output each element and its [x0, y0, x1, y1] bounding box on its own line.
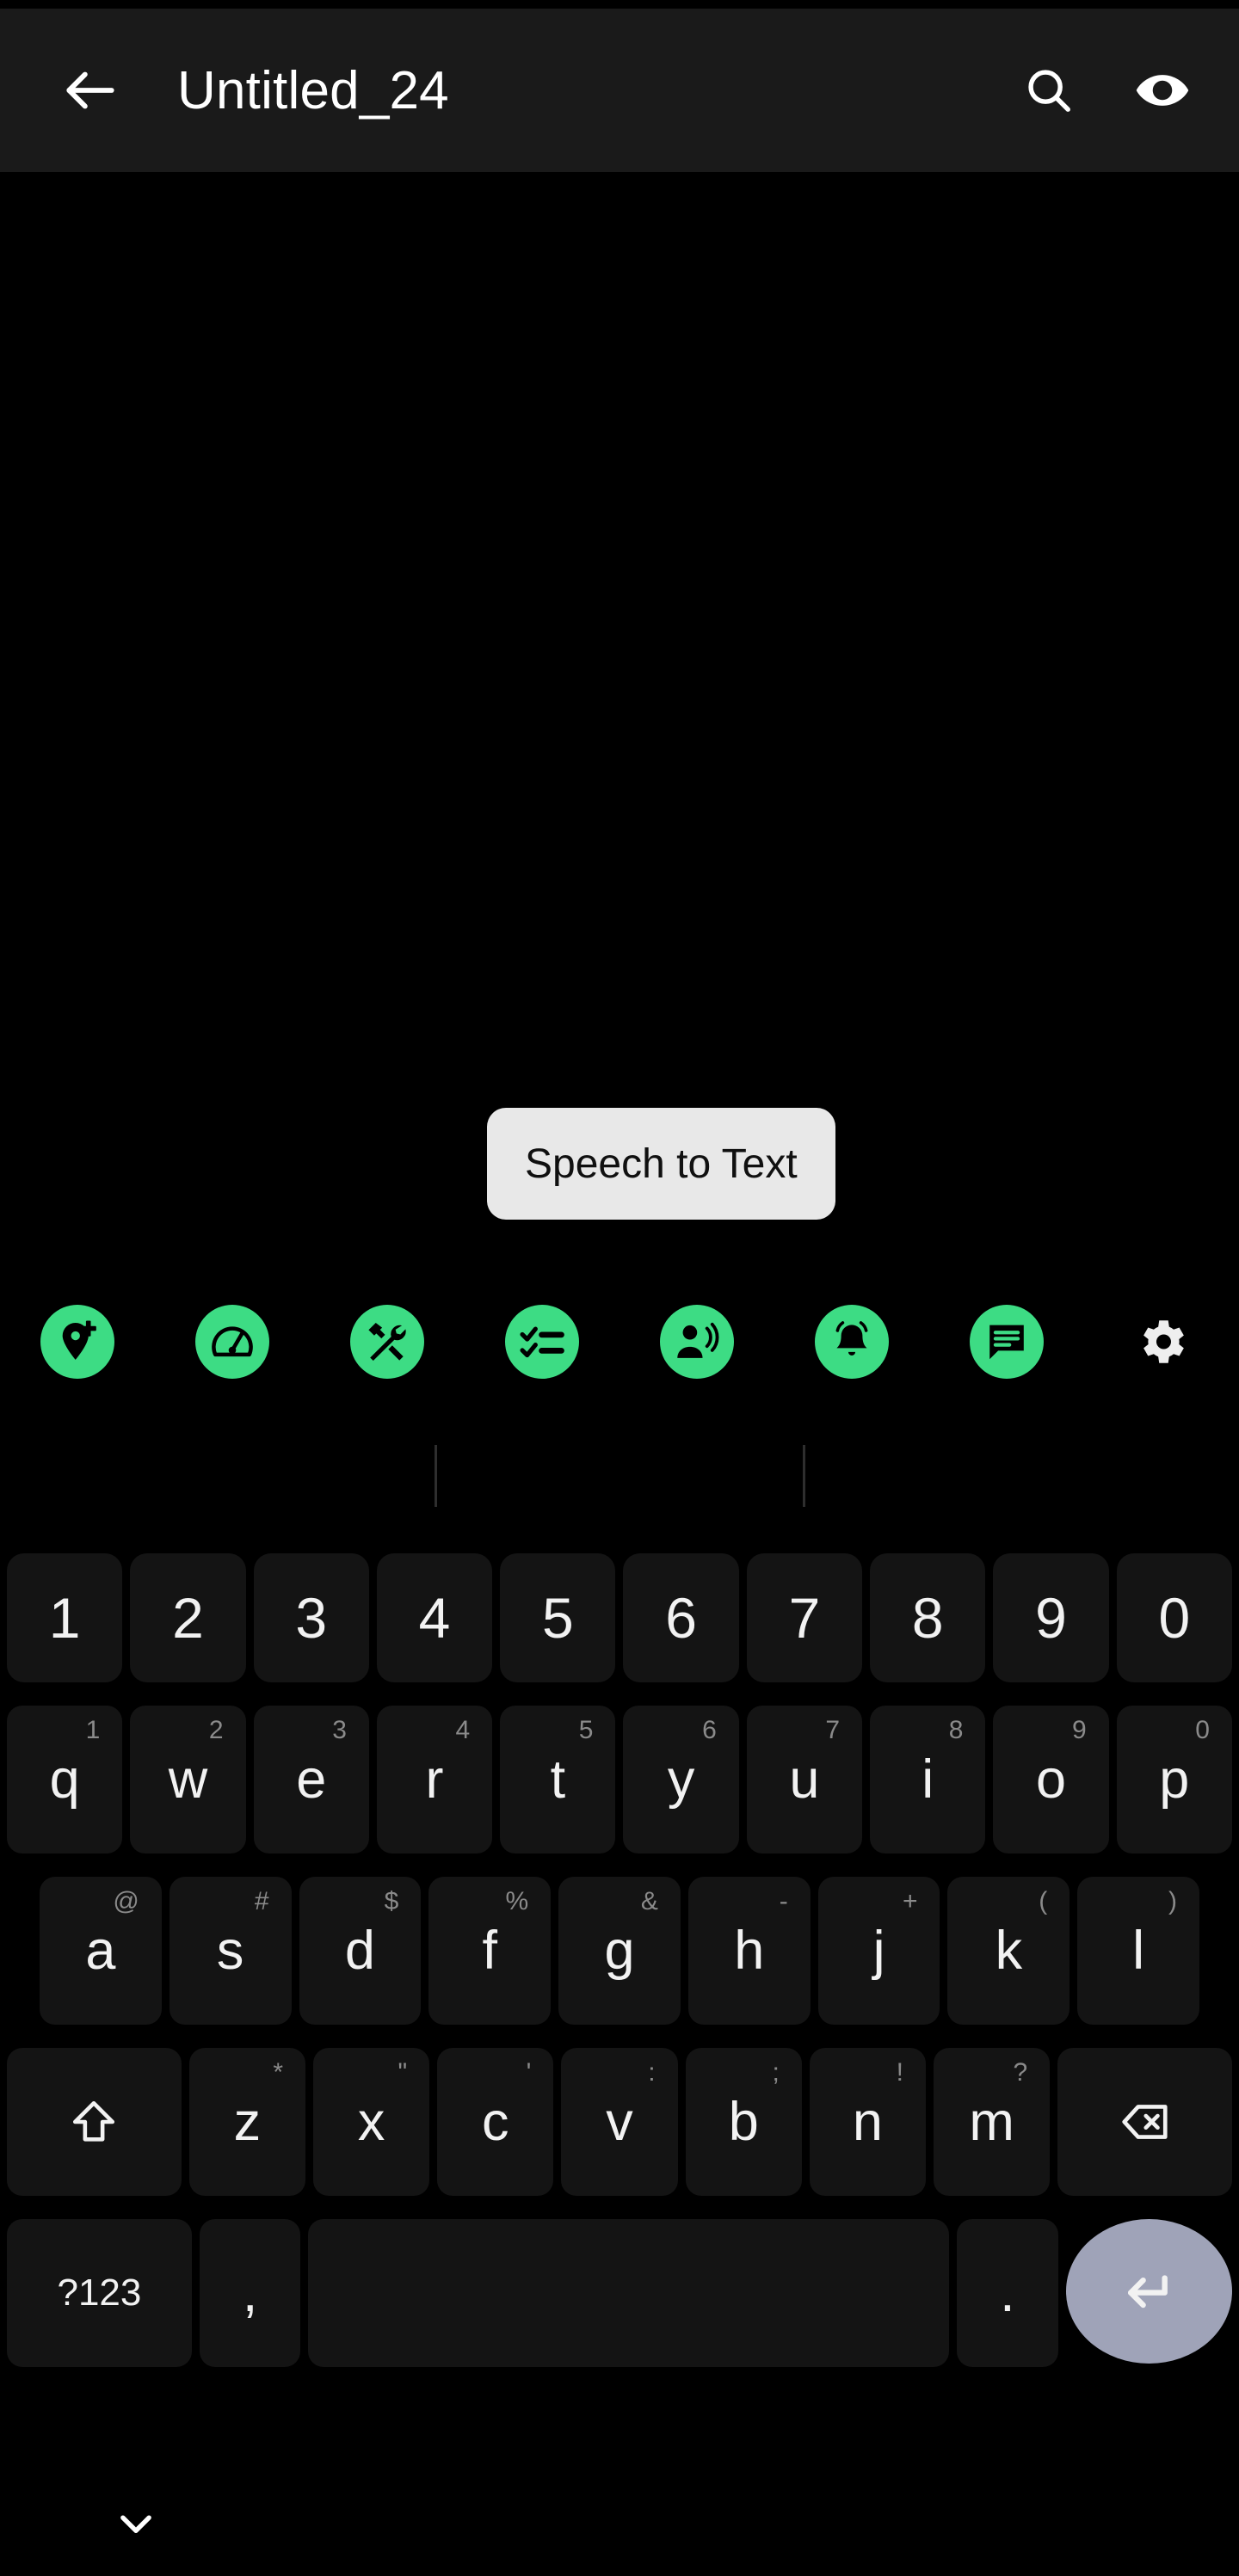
toolbar-item-tools[interactable] [310, 1305, 465, 1379]
key-y[interactable]: 6y [623, 1706, 739, 1854]
hide-keyboard-button[interactable] [95, 2488, 177, 2557]
key-i[interactable]: 8i [870, 1706, 986, 1854]
comment-icon [970, 1305, 1044, 1379]
back-button[interactable] [53, 53, 127, 127]
period-key[interactable]: . [957, 2219, 1058, 2367]
comma-key[interactable]: , [199, 2219, 301, 2367]
key-a[interactable]: @ a [40, 1877, 162, 2025]
arrow-back-icon [59, 58, 122, 122]
gear-icon [1125, 1305, 1199, 1379]
key-u[interactable]: 7u [746, 1706, 863, 1854]
shift-key[interactable] [7, 2048, 182, 2196]
search-icon [1022, 64, 1076, 117]
visibility-button[interactable] [1124, 52, 1201, 129]
key-k[interactable]: (k [947, 1877, 1070, 2025]
key-8[interactable]: 8 [870, 1553, 986, 1682]
keyboard-row-numbers: 1 2 3 4 5 6 7 8 9 0 [3, 1531, 1236, 1701]
toolbar-item-settings[interactable] [1084, 1305, 1239, 1379]
toolbar-strip [0, 1286, 1239, 1398]
toolbar-item-voice[interactable] [620, 1305, 774, 1379]
space-key[interactable] [308, 2219, 950, 2367]
backspace-icon [1119, 2095, 1172, 2149]
shift-icon [69, 2097, 119, 2147]
toolbar-item-add-location[interactable] [0, 1305, 155, 1379]
key-d[interactable]: $ d [299, 1877, 422, 2025]
key-0[interactable]: 0 [1116, 1553, 1232, 1682]
keyboard-row-bottom: ?123 , . [3, 2215, 1236, 2386]
alarm-bell-icon [815, 1305, 889, 1379]
enter-icon [1121, 2264, 1176, 2319]
key-h[interactable]: -h [687, 1877, 811, 2025]
keyboard-row-asdf: @ a # s $ d % f & g -h + j (k ) l [3, 1872, 1236, 2044]
key-3[interactable]: 3 [253, 1553, 369, 1682]
toolbar-item-speed[interactable] [155, 1305, 310, 1379]
checklist-icon [505, 1305, 579, 1379]
chevron-down-icon [112, 2499, 160, 2547]
enter-key[interactable] [1065, 2219, 1232, 2364]
key-2[interactable]: 2 [130, 1553, 246, 1682]
key-b[interactable]: ; b [685, 2048, 802, 2196]
search-button[interactable] [1010, 52, 1088, 129]
page-title: Untitled_24 [177, 60, 449, 120]
backspace-key[interactable] [1057, 2048, 1233, 2196]
eye-icon [1134, 62, 1191, 119]
key-z[interactable]: * z [188, 2048, 305, 2196]
suggestion-strip [0, 1423, 1239, 1527]
keyboard-row-qwerty: 1q 2w 3e 4r 5t 6y 7u 8i 9o 0p [3, 1701, 1236, 1872]
key-r[interactable]: 4r [376, 1706, 493, 1854]
tools-icon [350, 1305, 424, 1379]
toolbar-item-comment[interactable] [929, 1305, 1084, 1379]
voice-record-icon [660, 1305, 734, 1379]
key-s[interactable]: # s [169, 1877, 292, 2025]
key-o[interactable]: 9o [993, 1706, 1109, 1854]
key-j[interactable]: + j [817, 1877, 940, 2025]
speedometer-icon [195, 1305, 269, 1379]
key-6[interactable]: 6 [623, 1553, 739, 1682]
key-x[interactable]: " x [313, 2048, 430, 2196]
key-n[interactable]: ! n [809, 2048, 927, 2196]
suggestion-divider [803, 1445, 805, 1507]
keyboard: 1 2 3 4 5 6 7 8 9 0 1q 2w 3e 4r 5t 6y 7u… [0, 1531, 1239, 2464]
key-t[interactable]: 5t [500, 1706, 616, 1854]
key-5[interactable]: 5 [500, 1553, 616, 1682]
key-w[interactable]: 2w [130, 1706, 246, 1854]
app-bar: Untitled_24 [0, 9, 1239, 172]
key-p[interactable]: 0p [1116, 1706, 1232, 1854]
key-v[interactable]: :v [561, 2048, 678, 2196]
key-f[interactable]: % f [428, 1877, 552, 2025]
symbols-key[interactable]: ?123 [7, 2219, 192, 2367]
keyboard-row-zxcv: * z " x ' c :v ; b ! n ? m [3, 2044, 1236, 2215]
key-7[interactable]: 7 [746, 1553, 863, 1682]
toolbar-item-reminder[interactable] [774, 1305, 929, 1379]
key-c[interactable]: ' c [437, 2048, 554, 2196]
key-e[interactable]: 3e [253, 1706, 369, 1854]
key-l[interactable]: ) l [1077, 1877, 1200, 2025]
speech-to-text-label: Speech to Text [525, 1140, 798, 1187]
bottom-navigation-bar [0, 2464, 1239, 2576]
key-g[interactable]: & g [558, 1877, 681, 2025]
key-1[interactable]: 1 [7, 1553, 123, 1682]
key-q[interactable]: 1q [7, 1706, 123, 1854]
key-4[interactable]: 4 [376, 1553, 493, 1682]
toolbar-item-checklist[interactable] [465, 1305, 620, 1379]
key-m[interactable]: ? m [934, 2048, 1051, 2196]
suggestion-divider [435, 1445, 437, 1507]
add-location-icon [40, 1305, 114, 1379]
speech-to-text-tooltip: Speech to Text [487, 1108, 835, 1220]
key-9[interactable]: 9 [993, 1553, 1109, 1682]
